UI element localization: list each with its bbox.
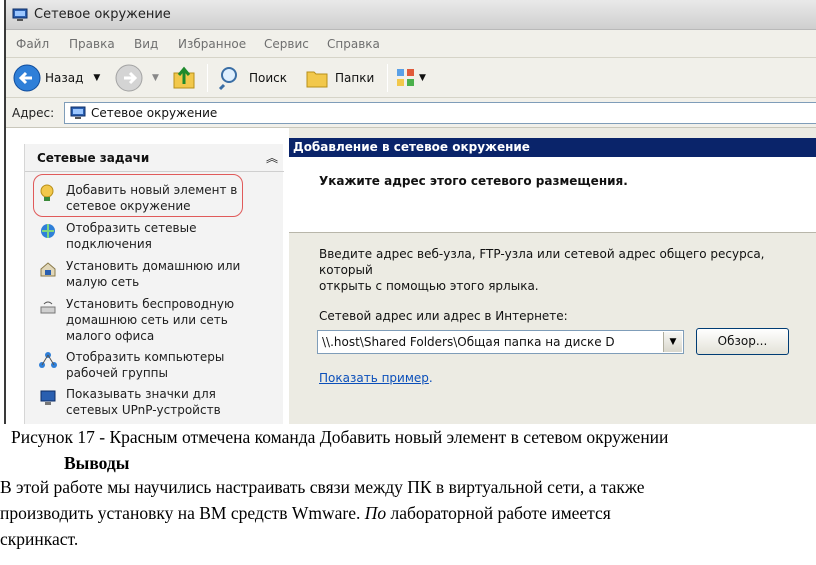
wizard-description-line: открыть с помощью этого ярлыка. (319, 279, 539, 293)
upnp-devices-icon (40, 390, 56, 405)
network-address-value: \\.host\Shared Folders\Общая папка на ди… (322, 335, 615, 349)
task-line: сетевых UPnP-устройств (66, 403, 221, 417)
task-line: Отобразить компьютеры (66, 350, 225, 364)
window-titlebar: Сетевое окружение (6, 0, 816, 30)
search-icon (218, 67, 237, 91)
network-tasks-header[interactable]: Сетевые задачи ︽ (25, 144, 284, 172)
browse-button[interactable]: Обзор... (696, 328, 789, 355)
search-label: Поиск (249, 71, 288, 85)
task-line: сетевое окружение (66, 199, 191, 213)
wizard-title: Добавление в сетевое окружение (289, 138, 816, 157)
forward-dropdown-icon[interactable]: ▼ (152, 73, 159, 83)
network-places-icon (12, 8, 28, 21)
add-network-place-wizard: Добавление в сетевое окружение Укажите а… (289, 128, 816, 424)
toolbar: Назад ▼ ▼ Поиск Папки ▼ (6, 58, 816, 98)
task-line: Показывать значки для (66, 387, 216, 401)
views-dropdown-icon[interactable]: ▼ (419, 73, 426, 83)
task-home-network[interactable]: Установить домашнюю или малую сеть (37, 258, 277, 292)
task-line: рабочей группы (66, 366, 168, 380)
combobox-dropdown-icon[interactable]: ▼ (663, 332, 682, 352)
address-bar: Адрес: Сетевое окружение (6, 98, 816, 128)
task-line: малую сеть (66, 275, 140, 289)
back-arrow-icon (13, 64, 41, 92)
network-address-label: Сетевой адрес или адрес в Интернете: (319, 309, 568, 323)
task-line: Отобразить сетевые (66, 221, 197, 235)
paragraph-italic: По (364, 503, 387, 523)
show-example-link[interactable]: Показать пример (319, 371, 429, 385)
paragraph-text: лабораторной работе имеется (386, 503, 611, 523)
network-connections-icon (41, 224, 55, 238)
forward-arrow-icon (115, 64, 143, 92)
wireless-network-icon (40, 301, 56, 314)
address-field[interactable]: Сетевое окружение (64, 102, 816, 124)
task-line: Установить домашнюю или (66, 259, 241, 273)
task-upnp-devices[interactable]: Показывать значки для сетевых UPnP-устро… (37, 386, 277, 420)
network-address-combobox[interactable]: \\.host\Shared Folders\Общая папка на ди… (317, 330, 684, 354)
back-label: Назад (45, 71, 84, 85)
task-line: малого офиса (66, 329, 155, 343)
menu-view[interactable]: Вид (134, 37, 158, 51)
folders-icon (306, 71, 328, 88)
wizard-header: Укажите адрес этого сетевого размещения. (289, 157, 816, 233)
folders-label: Папки (335, 71, 375, 85)
search-button[interactable]: Поиск (218, 58, 287, 98)
wizard-heading: Укажите адрес этого сетевого размещения. (319, 174, 628, 188)
task-line: Добавить новый элемент в (66, 183, 238, 197)
figure-caption: Рисунок 17 - Красным отмечена команда До… (11, 427, 669, 447)
task-line: Установить беспроводную (66, 297, 235, 311)
task-workgroup-computers[interactable]: Отобразить компьютеры рабочей группы (37, 349, 277, 383)
task-add-network-place[interactable]: Добавить новый элемент в сетевое окружен… (37, 182, 277, 216)
back-dropdown-icon[interactable]: ▼ (93, 73, 100, 83)
network-tasks-title: Сетевые задачи (37, 151, 150, 165)
menu-tools[interactable]: Сервис (264, 37, 309, 51)
wizard-description: Введите адрес веб-узла, FTP-узла или сет… (319, 246, 814, 294)
collapse-chevron-icon[interactable]: ︽ (266, 149, 278, 166)
network-tasks-panel: Сетевые задачи ︽ Добавить новый элемент … (24, 144, 284, 424)
show-example-period: . (428, 371, 433, 385)
add-network-place-icon (40, 184, 54, 201)
explorer-screenshot: Сетевое окружение Файл Правка Вид Избран… (4, 0, 816, 424)
workgroup-computers-icon (39, 352, 57, 368)
task-network-connections[interactable]: Отобразить сетевые подключения (37, 220, 277, 254)
paragraph-line: В этой работе мы научились настраивать с… (0, 477, 645, 497)
task-line: домашнюю сеть или сеть (66, 313, 228, 327)
up-folder-icon (173, 66, 195, 89)
address-value: Сетевое окружение (91, 106, 218, 120)
network-places-icon (70, 106, 86, 119)
menu-favorites[interactable]: Избранное (178, 37, 246, 51)
back-button[interactable]: Назад ▼ (12, 58, 100, 98)
views-button[interactable]: ▼ (394, 58, 426, 98)
window-title: Сетевое окружение (34, 7, 171, 22)
left-pane: Сетевые задачи ︽ Добавить новый элемент … (6, 128, 289, 424)
section-heading: Выводы (64, 453, 130, 473)
paragraph-text: производить установку на ВМ средств Wmwa… (0, 503, 365, 523)
toolbar-separator (207, 64, 208, 92)
forward-button[interactable]: ▼ (114, 58, 159, 98)
up-folder-button[interactable] (170, 58, 198, 98)
task-line: подключения (66, 237, 152, 251)
paragraph-line-2: производить установку на ВМ средств Wmwa… (0, 500, 816, 526)
conclusion-paragraph: В этой работе мы научились настраивать с… (0, 474, 816, 552)
menu-bar: Файл Правка Вид Избранное Сервис Справка (6, 30, 816, 58)
paragraph-line: скринкаст. (0, 529, 79, 549)
wizard-description-line: Введите адрес веб-узла, FTP-узла или сет… (319, 247, 765, 277)
toolbar-separator (387, 64, 388, 92)
task-wireless-network[interactable]: Установить беспроводную домашнюю сеть ил… (37, 296, 277, 346)
views-icon (397, 69, 414, 86)
menu-edit[interactable]: Правка (69, 37, 115, 51)
show-example-row: Показать пример. (319, 371, 433, 385)
home-network-icon (40, 262, 56, 277)
menu-help[interactable]: Справка (327, 37, 380, 51)
menu-file[interactable]: Файл (16, 37, 49, 51)
folders-button[interactable]: Папки (304, 58, 374, 98)
address-label: Адрес: (12, 106, 55, 120)
